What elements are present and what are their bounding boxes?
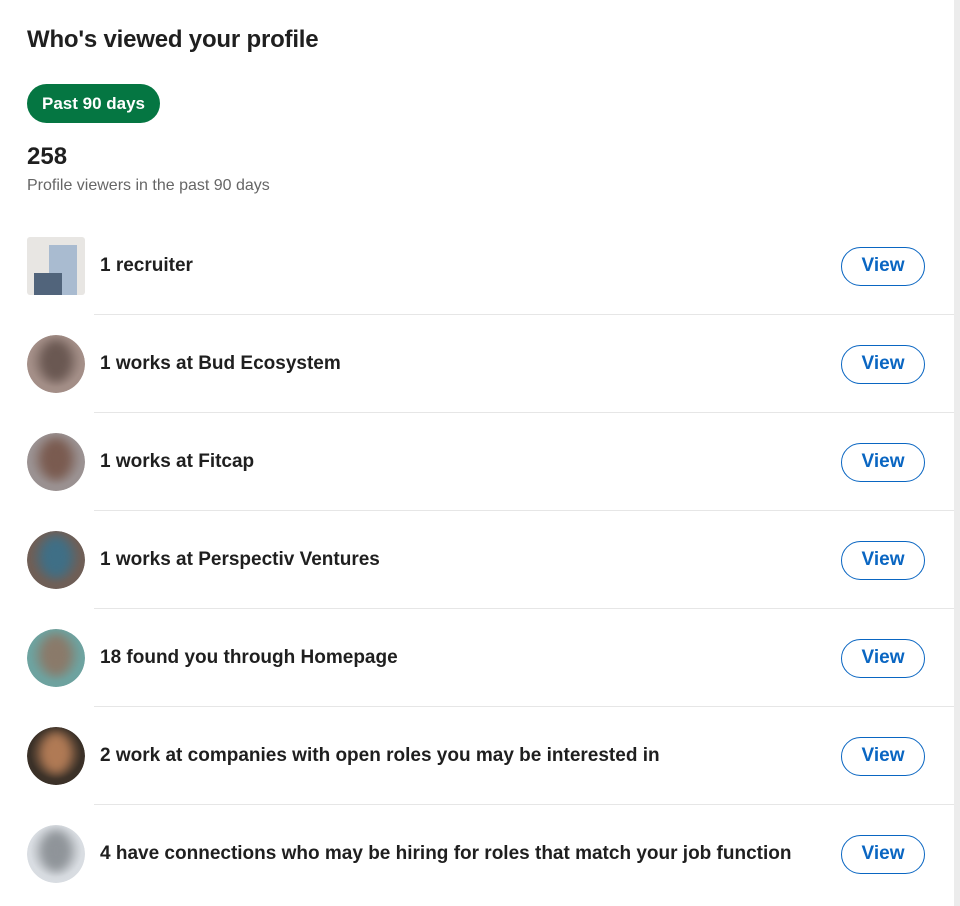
avatar xyxy=(27,531,85,589)
view-button[interactable]: View xyxy=(841,639,925,678)
recruiter-icon xyxy=(27,237,85,295)
viewer-row[interactable]: 1 works at Fitcap View xyxy=(0,413,954,511)
view-button[interactable]: View xyxy=(841,835,925,874)
view-button[interactable]: View xyxy=(841,345,925,384)
viewer-row[interactable]: 2 work at companies with open roles you … xyxy=(0,707,954,805)
view-button[interactable]: View xyxy=(841,443,925,482)
viewer-row-text: 1 recruiter xyxy=(100,255,193,276)
viewer-row[interactable]: 1 works at Bud Ecosystem View xyxy=(0,315,954,413)
avatar xyxy=(27,727,85,785)
viewer-row-text: 1 works at Fitcap xyxy=(100,451,255,472)
avatar xyxy=(27,433,85,491)
view-button[interactable]: View xyxy=(841,247,925,286)
time-range-filter-button[interactable]: Past 90 days xyxy=(27,84,161,123)
viewer-row-text: 4 have connections who may be hiring for… xyxy=(100,843,792,864)
viewer-row[interactable]: 1 recruiter View xyxy=(0,217,954,315)
viewer-row-text: 2 work at companies with open roles you … xyxy=(100,745,660,766)
viewer-count: 258 xyxy=(27,143,68,170)
viewer-row-text: 1 works at Bud Ecosystem xyxy=(100,353,341,374)
viewer-row[interactable]: 18 found you through Homepage View xyxy=(0,609,954,707)
avatar xyxy=(27,335,85,393)
avatar xyxy=(27,825,85,883)
viewer-list: 1 recruiter View 1 works at Bud Ecosyste… xyxy=(0,217,954,903)
view-button[interactable]: View xyxy=(841,541,925,580)
profile-viewers-page: Who's viewed your profile Past 90 days 2… xyxy=(0,0,960,906)
avatar xyxy=(27,629,85,687)
viewer-row[interactable]: 4 have connections who may be hiring for… xyxy=(0,805,954,903)
page-title: Who's viewed your profile xyxy=(27,26,319,53)
viewer-row-text: 1 works at Perspectiv Ventures xyxy=(100,549,380,570)
view-button[interactable]: View xyxy=(841,737,925,776)
viewer-row[interactable]: 1 works at Perspectiv Ventures View xyxy=(0,511,954,609)
scrollbar-edge xyxy=(954,0,960,906)
viewer-count-label: Profile viewers in the past 90 days xyxy=(27,177,270,194)
viewer-row-text: 18 found you through Homepage xyxy=(100,647,398,668)
